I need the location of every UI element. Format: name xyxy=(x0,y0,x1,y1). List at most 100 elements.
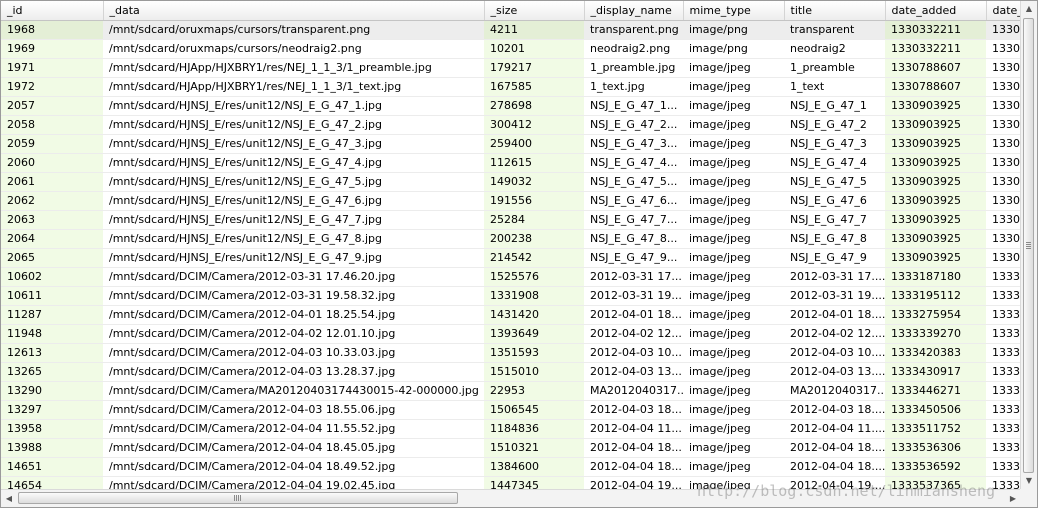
cell-title[interactable]: NSJ_E_G_47_9 xyxy=(784,248,885,268)
cell-date-added[interactable]: 1333275954 xyxy=(885,305,986,325)
cell-size[interactable]: 22953 xyxy=(484,381,584,401)
cell-display-name[interactable]: transparent.png xyxy=(584,20,683,40)
cell-display-name[interactable]: 1_text.jpg xyxy=(584,77,683,97)
cell-mime-type[interactable]: image/jpeg xyxy=(683,229,784,249)
cell-mime-type[interactable]: image/jpeg xyxy=(683,400,784,420)
cell-size[interactable]: 25284 xyxy=(484,210,584,230)
cell-mime-type[interactable]: image/jpeg xyxy=(683,153,784,173)
cell-id[interactable]: 1969 xyxy=(1,39,103,59)
cell-mime-type[interactable]: image/jpeg xyxy=(683,457,784,477)
cell-title[interactable]: transparent xyxy=(784,20,885,40)
cell-date-added[interactable]: 1333195112 xyxy=(885,286,986,306)
cell-mime-type[interactable]: image/jpeg xyxy=(683,343,784,363)
cell-mime-type[interactable]: image/jpeg xyxy=(683,305,784,325)
cell-title[interactable]: 1_text xyxy=(784,77,885,97)
cell-size[interactable]: 259400 xyxy=(484,134,584,154)
cell-size[interactable]: 278698 xyxy=(484,96,584,116)
cell-date-modified[interactable]: 13303 xyxy=(986,20,1021,40)
cell-id[interactable]: 14651 xyxy=(1,457,103,477)
cell-id[interactable]: 13297 xyxy=(1,400,103,420)
cell-date-added[interactable]: 1333187180 xyxy=(885,267,986,287)
cell-display-name[interactable]: 2012-04-04 18.... xyxy=(584,457,683,477)
triangle-right-icon[interactable]: ▶ xyxy=(1005,490,1021,507)
cell-date-added[interactable]: 1330903925 xyxy=(885,115,986,135)
cell-title[interactable]: 2012-04-03 10.... xyxy=(784,343,885,363)
cell-size[interactable]: 1431420 xyxy=(484,305,584,325)
cell-data[interactable]: /mnt/sdcard/oruxmaps/cursors/transparent… xyxy=(103,20,484,40)
cell-date-modified[interactable]: 13308 xyxy=(986,191,1021,211)
cell-date-modified[interactable]: 13333 xyxy=(986,324,1021,344)
cell-date-modified[interactable]: 13335 xyxy=(986,476,1021,489)
cell-display-name[interactable]: 1_preamble.jpg xyxy=(584,58,683,78)
cell-mime-type[interactable]: image/jpeg xyxy=(683,324,784,344)
cell-title[interactable]: 2012-04-03 18.... xyxy=(784,400,885,420)
cell-date-added[interactable]: 1333339270 xyxy=(885,324,986,344)
cell-data[interactable]: /mnt/sdcard/HJNSJ_E/res/unit12/NSJ_E_G_4… xyxy=(103,248,484,268)
cell-date-modified[interactable]: 13335 xyxy=(986,438,1021,458)
cell-size[interactable]: 1515010 xyxy=(484,362,584,382)
cell-mime-type[interactable]: image/jpeg xyxy=(683,115,784,135)
cell-date-added[interactable]: 1333430917 xyxy=(885,362,986,382)
cell-size[interactable]: 179217 xyxy=(484,58,584,78)
cell-mime-type[interactable]: image/png xyxy=(683,39,784,59)
cell-display-name[interactable]: NSJ_E_G_47_4... xyxy=(584,153,683,173)
cell-data[interactable]: /mnt/sdcard/HJNSJ_E/res/unit12/NSJ_E_G_4… xyxy=(103,229,484,249)
cell-date-added[interactable]: 1333420383 xyxy=(885,343,986,363)
cell-title[interactable]: 2012-03-31 17.... xyxy=(784,267,885,287)
cell-display-name[interactable]: 2012-04-03 13.... xyxy=(584,362,683,382)
cell-id[interactable]: 2058 xyxy=(1,115,103,135)
cell-id[interactable]: 1968 xyxy=(1,20,103,40)
cell-id[interactable]: 2057 xyxy=(1,96,103,116)
cell-title[interactable]: NSJ_E_G_47_7 xyxy=(784,210,885,230)
column-header-id[interactable]: _id xyxy=(1,1,104,21)
cell-date-added[interactable]: 1330903925 xyxy=(885,172,986,192)
cell-id[interactable]: 2061 xyxy=(1,172,103,192)
cell-size[interactable]: 214542 xyxy=(484,248,584,268)
cell-date-modified[interactable]: 13332 xyxy=(986,305,1021,325)
cell-id[interactable]: 1972 xyxy=(1,77,103,97)
cell-size[interactable]: 4211 xyxy=(484,20,584,40)
cell-data[interactable]: /mnt/sdcard/DCIM/Camera/2012-04-03 13.28… xyxy=(103,362,484,382)
cell-date-added[interactable]: 1330903925 xyxy=(885,153,986,173)
cell-display-name[interactable]: 2012-04-02 12.... xyxy=(584,324,683,344)
cell-id[interactable]: 11287 xyxy=(1,305,103,325)
table-row[interactable]: 13958/mnt/sdcard/DCIM/Camera/2012-04-04 … xyxy=(1,419,1021,439)
table-row[interactable]: 11287/mnt/sdcard/DCIM/Camera/2012-04-01 … xyxy=(1,305,1021,325)
cell-display-name[interactable]: NSJ_E_G_47_5... xyxy=(584,172,683,192)
table-row[interactable]: 12613/mnt/sdcard/DCIM/Camera/2012-04-03 … xyxy=(1,343,1021,363)
cell-date-modified[interactable]: 13307 xyxy=(986,77,1021,97)
cell-display-name[interactable]: 2012-04-03 18.... xyxy=(584,400,683,420)
cell-title[interactable]: NSJ_E_G_47_1 xyxy=(784,96,885,116)
cell-data[interactable]: /mnt/sdcard/DCIM/Camera/MA20120403174430… xyxy=(103,381,484,401)
table-row[interactable]: 2057/mnt/sdcard/HJNSJ_E/res/unit12/NSJ_E… xyxy=(1,96,1021,116)
cell-id[interactable]: 12613 xyxy=(1,343,103,363)
cell-size[interactable]: 1447345 xyxy=(484,476,584,489)
table-row[interactable]: 2060/mnt/sdcard/HJNSJ_E/res/unit12/NSJ_E… xyxy=(1,153,1021,173)
cell-data[interactable]: /mnt/sdcard/HJNSJ_E/res/unit12/NSJ_E_G_4… xyxy=(103,153,484,173)
cell-data[interactable]: /mnt/sdcard/DCIM/Camera/2012-04-04 18.49… xyxy=(103,457,484,477)
cell-date-added[interactable]: 1330903925 xyxy=(885,96,986,116)
table-row[interactable]: 2061/mnt/sdcard/HJNSJ_E/res/unit12/NSJ_E… xyxy=(1,172,1021,192)
cell-id[interactable]: 1971 xyxy=(1,58,103,78)
cell-title[interactable]: 2012-03-31 19.... xyxy=(784,286,885,306)
horizontal-scrollbar[interactable]: ◀ ▶ xyxy=(1,489,1021,507)
cell-date-modified[interactable]: 13308 xyxy=(986,115,1021,135)
cell-title[interactable]: 2012-04-04 18.... xyxy=(784,457,885,477)
cell-date-modified[interactable]: 13334 xyxy=(986,400,1021,420)
cell-title[interactable]: neodraig2 xyxy=(784,39,885,59)
cell-title[interactable]: 1_preamble xyxy=(784,58,885,78)
cell-id[interactable]: 2065 xyxy=(1,248,103,268)
cell-size[interactable]: 1525576 xyxy=(484,267,584,287)
cell-mime-type[interactable]: image/jpeg xyxy=(683,172,784,192)
cell-display-name[interactable]: 2012-04-04 11.... xyxy=(584,419,683,439)
column-header-data[interactable]: _data xyxy=(103,1,485,21)
column-header-title[interactable]: title xyxy=(784,1,886,21)
cell-id[interactable]: 10602 xyxy=(1,267,103,287)
cell-mime-type[interactable]: image/jpeg xyxy=(683,362,784,382)
cell-display-name[interactable]: MA2012040317... xyxy=(584,381,683,401)
cell-date-added[interactable]: 1333446271 xyxy=(885,381,986,401)
cell-size[interactable]: 1351593 xyxy=(484,343,584,363)
cell-id[interactable]: 10611 xyxy=(1,286,103,306)
cell-size[interactable]: 167585 xyxy=(484,77,584,97)
cell-date-added[interactable]: 1333511752 xyxy=(885,419,986,439)
